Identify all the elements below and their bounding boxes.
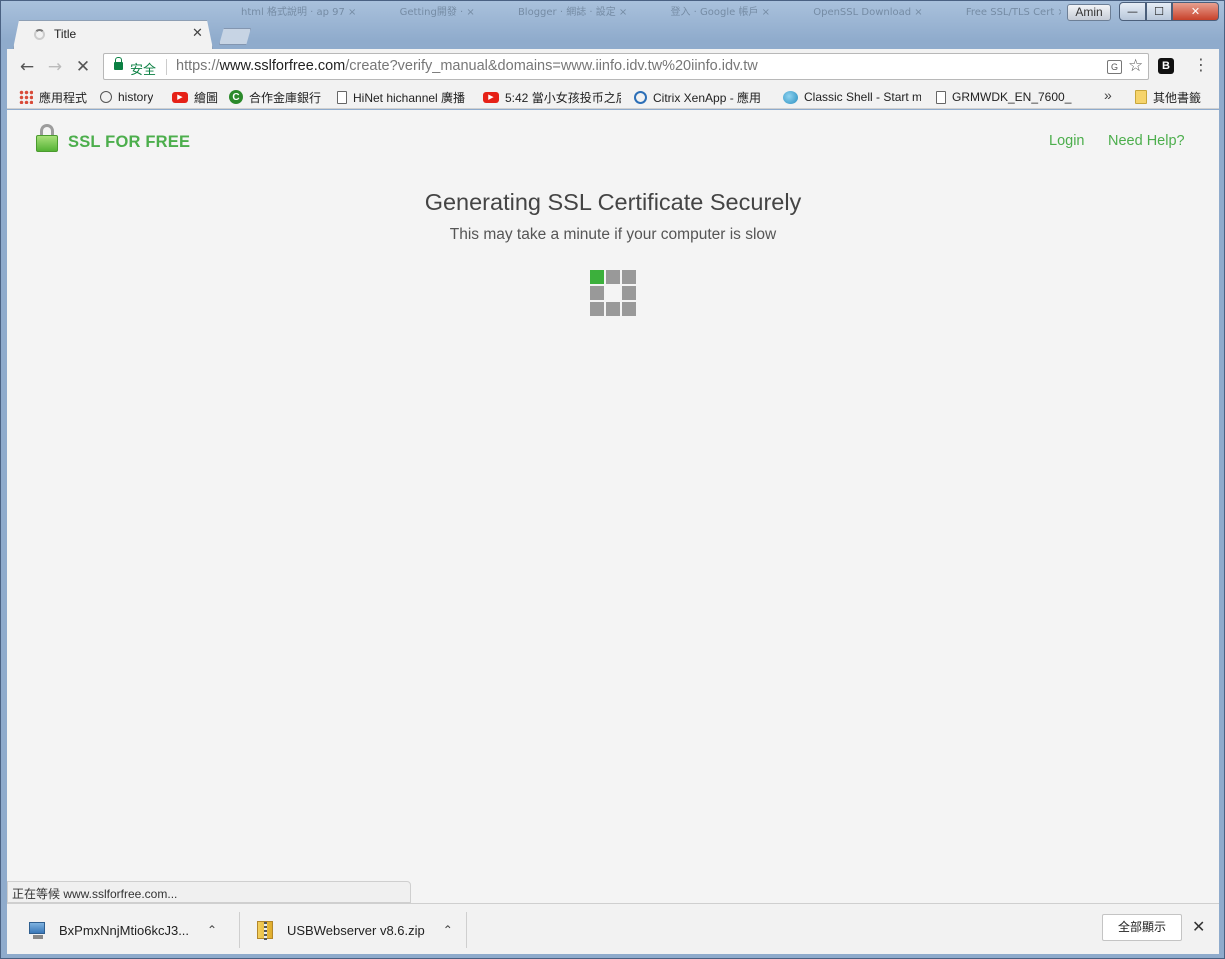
bookmark-label: GRMWDK_EN_7600_ [952, 90, 1072, 104]
download-filename: USBWebserver v8.6.zip [287, 922, 425, 938]
download-item[interactable]: BxPmxNnjMtio6kcJ3... ⌃ [29, 910, 217, 950]
loading-spinner-icon [34, 29, 45, 40]
login-link[interactable]: Login [1049, 133, 1084, 149]
bookmark-hinet[interactable]: HiNet hichannel 廣播 [337, 88, 471, 106]
chevron-up-icon[interactable]: ⌃ [443, 923, 453, 937]
bookmark-label: 合作金庫銀行 [249, 90, 322, 105]
show-all-downloads-button[interactable]: 全部顯示 [1102, 914, 1182, 941]
youtube-icon: ▶ [172, 91, 188, 103]
title-bar: html 格式說明 · ap 97 × Getting開發 · × Blogge… [1, 1, 1224, 49]
url-scheme: https:// [176, 58, 220, 74]
download-shelf: BxPmxNnjMtio6kcJ3... ⌃ USBWebserver v8.6… [7, 903, 1219, 954]
tcb-icon: C [229, 90, 243, 104]
background-tab: 登入 · Google 帳戶 × [670, 7, 771, 18]
download-divider [466, 912, 467, 948]
maximize-button[interactable]: ☐ [1146, 2, 1172, 21]
url-text[interactable]: https://www.sslforfree.com/create?verify… [176, 58, 758, 74]
shell-icon [783, 90, 798, 104]
background-tab: OpenSSL Download × [813, 7, 923, 18]
profile-button[interactable]: Amin [1067, 4, 1111, 21]
loader-cell [590, 286, 604, 300]
page-viewport: SSL FOR FREE Login Need Help? Generating… [7, 110, 1219, 903]
page-icon [936, 90, 946, 104]
zip-file-icon [257, 921, 273, 940]
tab-close-icon[interactable]: ✕ [192, 26, 203, 41]
download-filename: BxPmxNnjMtio6kcJ3... [59, 922, 190, 938]
url-path: /create?verify_manual&domains=www.iinfo.… [345, 58, 758, 74]
close-icon[interactable]: ✕ [1192, 917, 1205, 936]
loader-cell [590, 270, 604, 284]
status-bubble: 正在等候 www.sslforfree.com... [7, 881, 411, 903]
menu-icon[interactable]: ⋮ [1193, 55, 1209, 74]
bookmark-classic-shell[interactable]: Classic Shell - Start m [783, 88, 921, 106]
minimize-button[interactable]: — [1119, 2, 1146, 21]
bookmarks-overflow-icon[interactable]: » [1104, 87, 1112, 103]
bookmark-history[interactable]: history [100, 88, 153, 106]
loader-cell [622, 270, 636, 284]
loading-grid-icon [590, 270, 637, 317]
omnibox-divider [166, 59, 167, 75]
background-tab: Free SSL/TLS Cert × [965, 7, 1061, 18]
bookmark-apps[interactable]: 應用程式 [19, 88, 87, 106]
bookmark-other[interactable]: 其他書籤 [1135, 88, 1201, 106]
window-close-button[interactable]: ✕ [1172, 2, 1219, 21]
secure-label[interactable]: 安全 [130, 59, 156, 78]
active-tab[interactable]: Title ✕ [13, 20, 213, 49]
site-logo[interactable]: SSL FOR FREE [36, 124, 190, 152]
bookmarks-bar: 應用程式 history ▶ 繪圖 C 合作金庫銀行 HiNet hichann… [7, 85, 1219, 109]
background-tabs: html 格式說明 · ap 97 × Getting開發 · × Blogge… [241, 3, 1061, 25]
background-tab: html 格式說明 · ap 97 × [241, 7, 357, 18]
translate-icon[interactable]: G [1107, 60, 1122, 74]
background-tab: Getting開發 · × [399, 7, 475, 18]
folder-icon [1135, 90, 1147, 104]
browser-window: html 格式說明 · ap 97 × Getting開發 · × Blogge… [0, 0, 1225, 959]
loader-cell [622, 302, 636, 316]
bookmark-video[interactable]: ▶ 5:42 當小女孩投币之后 [483, 88, 621, 106]
toolbar: ← → ✕ 安全 https://www.sslforfree.com/crea… [7, 49, 1219, 85]
bookmark-drawing[interactable]: ▶ 繪圖 [172, 88, 218, 106]
bookmark-label: 其他書籤 [1153, 90, 1202, 105]
address-bar[interactable]: 安全 https://www.sslforfree.com/create?ver… [103, 53, 1149, 80]
stop-button[interactable]: ✕ [71, 55, 95, 79]
background-tab: Blogger · 網誌 · 設定 × [517, 7, 628, 18]
tab-title: Title [54, 27, 77, 41]
need-help-link[interactable]: Need Help? [1108, 133, 1185, 149]
loader-cell [606, 270, 620, 284]
bookmark-tcb[interactable]: C 合作金庫銀行 [229, 88, 321, 106]
back-button[interactable]: ← [15, 55, 39, 79]
citrix-icon [634, 90, 647, 104]
bookmark-label: Classic Shell - Start m [804, 90, 921, 104]
bookmark-grmwdk[interactable]: GRMWDK_EN_7600_ [936, 88, 1072, 106]
page-title: Generating SSL Certificate Securely [424, 189, 802, 215]
bookmark-label: HiNet hichannel 廣播 [353, 90, 466, 105]
bookmark-label: history [118, 90, 154, 104]
lock-icon[interactable] [114, 57, 123, 70]
loader-cell [590, 302, 604, 316]
page-subtitle: This may take a minute if your computer … [449, 226, 777, 243]
clock-icon [100, 91, 112, 103]
download-item[interactable]: USBWebserver v8.6.zip ⌃ [257, 910, 453, 950]
youtube-icon: ▶ [483, 91, 499, 103]
loader-cell [622, 286, 636, 300]
computer-file-icon [29, 922, 45, 939]
bookmark-citrix[interactable]: Citrix XenApp - 應用 [634, 88, 770, 106]
forward-button[interactable]: → [43, 55, 67, 79]
download-divider [239, 912, 240, 948]
bookmark-label: 繪圖 [194, 90, 219, 105]
loader-cell [606, 302, 620, 316]
new-tab-button[interactable] [219, 28, 251, 45]
apps-icon [19, 90, 33, 104]
window-controls: — ☐ ✕ [1119, 2, 1219, 22]
url-host: www.sslforfree.com [219, 58, 346, 74]
chevron-up-icon[interactable]: ⌃ [207, 923, 217, 937]
bookmark-label: Citrix XenApp - 應用 [653, 90, 762, 105]
brand-name: SSL FOR FREE [68, 132, 191, 151]
padlock-icon [36, 124, 58, 152]
bookmark-star-icon[interactable]: ☆ [1128, 56, 1143, 76]
bookmark-label: 應用程式 [39, 90, 88, 105]
bookmark-label: 5:42 當小女孩投币之后 [505, 90, 621, 105]
page-icon [337, 90, 347, 104]
extension-icon[interactable]: B [1158, 58, 1174, 74]
